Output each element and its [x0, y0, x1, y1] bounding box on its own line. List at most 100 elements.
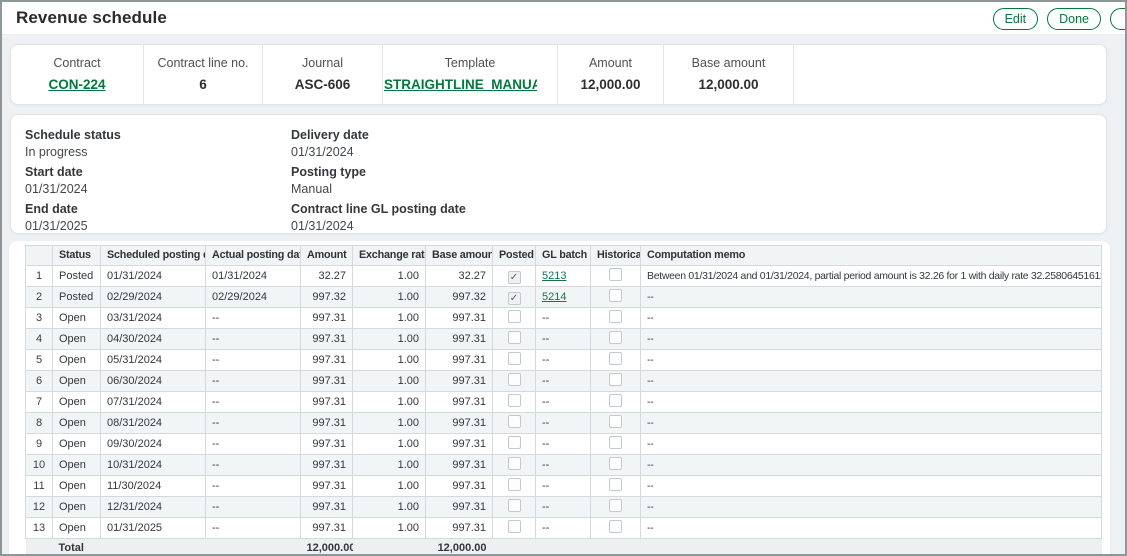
scheduled-posting-date-cell: 04/30/2024 [101, 329, 206, 350]
status-cell: Open [53, 434, 101, 455]
amount-cell: 32.27 [301, 266, 353, 287]
page-title: Revenue schedule [16, 8, 167, 28]
historical-checkbox[interactable] [609, 289, 622, 302]
base-amount-cell: 997.31 [426, 308, 493, 329]
table-row: 11Open11/30/2024--997.311.00997.31---- [26, 476, 1102, 497]
clipped-button-h[interactable]: H [1110, 8, 1127, 30]
exchange-rate-cell: 1.00 [353, 266, 426, 287]
posted-checkbox[interactable] [508, 415, 521, 428]
done-button[interactable]: Done [1047, 8, 1101, 30]
historical-checkbox[interactable] [609, 478, 622, 491]
actual-posting-date-cell: 01/31/2024 [206, 266, 301, 287]
column-header-row-number [26, 246, 53, 266]
posted-checkbox-checked[interactable]: ✓ [508, 271, 521, 284]
historical-checkbox[interactable] [609, 457, 622, 470]
historical-checkbox[interactable] [609, 268, 622, 281]
computation-memo-cell: -- [641, 476, 1102, 497]
historical-cell [591, 371, 641, 392]
field-label: Schedule status [25, 128, 291, 142]
posted-checkbox[interactable] [508, 373, 521, 386]
posted-checkbox[interactable] [508, 310, 521, 323]
base-amount-cell: 997.31 [426, 434, 493, 455]
page-content: ContractCON-224Contract line no.6Journal… [2, 35, 1125, 556]
scheduled-posting-date-cell: 12/31/2024 [101, 497, 206, 518]
column-header-computation-memo: Computation memo [641, 246, 1102, 266]
gl-batch-link[interactable]: 5214 [542, 291, 566, 303]
title-bar: Revenue schedule Edit Done H [2, 2, 1125, 35]
posted-checkbox[interactable] [508, 520, 521, 533]
actual-posting-date-cell: -- [206, 392, 301, 413]
field-label: Posting type [291, 165, 1092, 179]
table-footer: Total 12,000.00 12,000.00 [26, 539, 1102, 556]
historical-checkbox[interactable] [609, 520, 622, 533]
computation-memo-cell: -- [641, 413, 1102, 434]
computation-memo-cell: -- [641, 371, 1102, 392]
exchange-rate-cell: 1.00 [353, 434, 426, 455]
actual-posting-date-cell: -- [206, 413, 301, 434]
historical-checkbox[interactable] [609, 352, 622, 365]
status-cell: Posted [53, 287, 101, 308]
scheduled-posting-date-cell: 11/30/2024 [101, 476, 206, 497]
row-number: 2 [26, 287, 53, 308]
table-row: 9Open09/30/2024--997.311.00997.31---- [26, 434, 1102, 455]
status-cell: Open [53, 497, 101, 518]
computation-memo-cell: -- [641, 308, 1102, 329]
actual-posting-date-cell: -- [206, 497, 301, 518]
historical-checkbox[interactable] [609, 373, 622, 386]
actual-posting-date-cell: -- [206, 350, 301, 371]
table-row: 7Open07/31/2024--997.311.00997.31---- [26, 392, 1102, 413]
gl-batch-cell: -- [536, 413, 591, 434]
posted-cell [493, 518, 536, 539]
detail-field-end-date: End date01/31/2025 [25, 202, 291, 233]
edit-button[interactable]: Edit [993, 8, 1039, 30]
table-row: 10Open10/31/2024--997.311.00997.31---- [26, 455, 1102, 476]
historical-checkbox[interactable] [609, 331, 622, 344]
posted-checkbox-checked[interactable]: ✓ [508, 292, 521, 305]
base-amount-cell: 997.31 [426, 392, 493, 413]
amount-cell: 997.32 [301, 287, 353, 308]
table-header-row: StatusScheduled posting dateActual posti… [26, 246, 1102, 266]
posted-checkbox[interactable] [508, 457, 521, 470]
field-value: 12,000.00 [558, 77, 663, 92]
table-row: 4Open04/30/2024--997.311.00997.31---- [26, 329, 1102, 350]
historical-checkbox[interactable] [609, 415, 622, 428]
field-value: 12,000.00 [664, 77, 793, 92]
historical-cell [591, 329, 641, 350]
posted-checkbox[interactable] [508, 436, 521, 449]
status-cell: Open [53, 329, 101, 350]
actual-posting-date-cell: -- [206, 308, 301, 329]
gl-batch-cell: -- [536, 308, 591, 329]
field-value: 01/31/2024 [25, 182, 291, 196]
field-label: Contract line no. [144, 56, 262, 70]
detail-field-start-date: Start date01/31/2024 [25, 165, 291, 196]
historical-checkbox[interactable] [609, 310, 622, 323]
gl-batch-link[interactable]: 5213 [542, 270, 566, 282]
posted-checkbox[interactable] [508, 478, 521, 491]
posted-checkbox[interactable] [508, 331, 521, 344]
posted-checkbox[interactable] [508, 499, 521, 512]
historical-cell [591, 455, 641, 476]
posted-checkbox[interactable] [508, 352, 521, 365]
field-value-link[interactable]: CON-224 [11, 77, 143, 92]
historical-checkbox[interactable] [609, 499, 622, 512]
historical-checkbox[interactable] [609, 394, 622, 407]
row-number: 12 [26, 497, 53, 518]
total-spacer [26, 539, 53, 556]
row-number: 6 [26, 371, 53, 392]
row-number: 4 [26, 329, 53, 350]
field-label: Journal [263, 56, 382, 70]
computation-memo-text: -- [647, 479, 653, 494]
scheduled-posting-date-cell: 05/31/2024 [101, 350, 206, 371]
field-value-link[interactable]: STRAIGHTLINE_MANUAL [384, 77, 537, 92]
historical-checkbox[interactable] [609, 436, 622, 449]
posted-checkbox[interactable] [508, 394, 521, 407]
scheduled-posting-date-cell: 10/31/2024 [101, 455, 206, 476]
gl-batch-cell: -- [536, 518, 591, 539]
computation-memo-cell: -- [641, 518, 1102, 539]
summary-field-template: Template STRAIGHTLINE_MANUAL [383, 45, 558, 104]
computation-memo-cell: -- [641, 350, 1102, 371]
field-label: Template [383, 56, 557, 70]
base-amount-cell: 997.31 [426, 371, 493, 392]
historical-cell [591, 497, 641, 518]
actual-posting-date-cell: -- [206, 329, 301, 350]
